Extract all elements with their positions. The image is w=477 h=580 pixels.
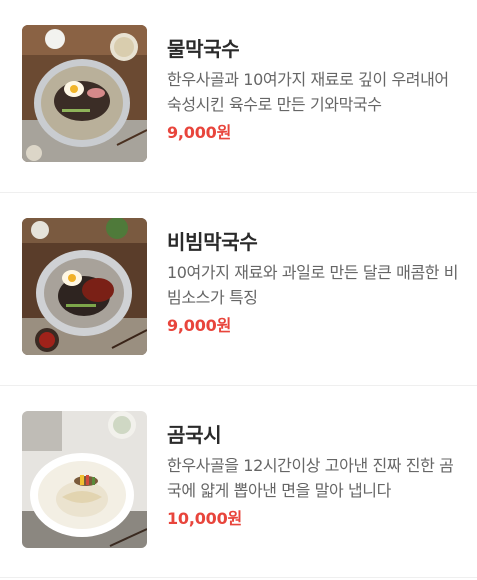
beef-bone-noodle-soup-photo — [22, 411, 147, 548]
menu-item-name: 물막국수 — [167, 37, 240, 61]
menu-item-description: 한우사골과 10여가지 재료로 깊이 우려내어 숙성시킨 육수로 만든 기와막국… — [167, 70, 449, 114]
menu-item-name: 비빔막국수 — [167, 230, 258, 254]
menu-item-price: 10,000원 — [167, 509, 243, 528]
cold-buckwheat-noodles-photo — [22, 25, 147, 162]
menu-item-info: 비빔막국수 10여가지 재료와 과일로 만든 달큰 매콤한 비빔소스가 특징 9… — [167, 228, 459, 337]
menu-item-info: 물막국수 한우사골과 10여가지 재료로 깊이 우려내어 숙성시킨 육수로 만든… — [167, 35, 459, 144]
menu-item-description: 한우사골을 12시간이상 고아낸 진짜 진한 곰국에 얇게 뽑아낸 면을 말아 … — [167, 456, 454, 500]
menu-list: 물막국수 한우사골과 10여가지 재료로 깊이 우려내어 숙성시킨 육수로 만든… — [0, 0, 477, 580]
menu-item-image[interactable] — [22, 25, 147, 162]
menu-item-info: 곰국시 한우사골을 12시간이상 고아낸 진짜 진한 곰국에 얇게 뽑아낸 면을… — [167, 421, 459, 530]
spicy-buckwheat-noodles-photo — [22, 218, 147, 355]
menu-item-image[interactable] — [22, 411, 147, 548]
menu-item-name: 곰국시 — [167, 423, 222, 447]
menu-item-bibim-makguksu[interactable]: 비빔막국수 10여가지 재료와 과일로 만든 달큰 매콤한 비빔소스가 특징 9… — [0, 193, 477, 386]
menu-item-description: 10여가지 재료와 과일로 만든 달큰 매콤한 비빔소스가 특징 — [167, 263, 459, 307]
menu-item-price: 9,000원 — [167, 316, 232, 335]
menu-item-price: 9,000원 — [167, 123, 232, 142]
menu-item-gomguksi[interactable]: 곰국시 한우사골을 12시간이상 고아낸 진짜 진한 곰국에 얇게 뽑아낸 면을… — [0, 386, 477, 578]
menu-item-image[interactable] — [22, 218, 147, 355]
menu-item-mul-makguksu[interactable]: 물막국수 한우사골과 10여가지 재료로 깊이 우려내어 숙성시킨 육수로 만든… — [0, 0, 477, 193]
